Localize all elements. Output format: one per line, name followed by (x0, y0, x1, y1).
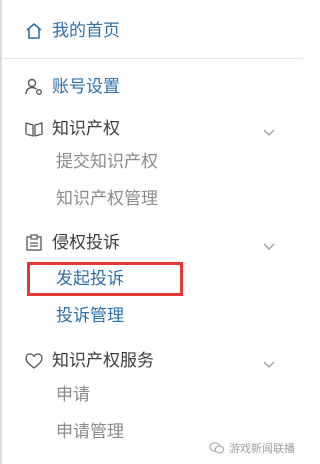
sidebar-item-apply-management[interactable]: 申请管理 (56, 417, 124, 447)
complaint-management-label: 投诉管理 (56, 306, 124, 326)
home-label: 我的首页 (52, 21, 120, 41)
apply-label: 申请 (56, 385, 90, 405)
wechat-icon (209, 441, 225, 455)
sidebar-group-ip[interactable]: 知识产权 (24, 114, 120, 144)
chevron-down-icon[interactable] (261, 125, 277, 141)
book-icon (24, 119, 44, 139)
complaint-group-label: 侵权投诉 (52, 233, 120, 253)
highlight-box (27, 262, 183, 296)
home-icon (24, 21, 44, 41)
heart-icon (24, 351, 44, 371)
ip-service-group-label: 知识产权服务 (52, 351, 154, 371)
sidebar-item-submit-ip[interactable]: 提交知识产权 (56, 147, 158, 177)
sidebar-group-ip-service[interactable]: 知识产权服务 (24, 346, 154, 376)
sidebar-item-complaint-management[interactable]: 投诉管理 (56, 301, 124, 331)
account-settings-label: 账号设置 (52, 77, 120, 97)
chevron-down-icon[interactable] (261, 239, 277, 255)
ip-group-label: 知识产权 (52, 119, 120, 139)
sidebar-item-ip-management[interactable]: 知识产权管理 (56, 184, 158, 214)
apply-management-label: 申请管理 (56, 422, 124, 442)
submit-ip-label: 提交知识产权 (56, 152, 158, 172)
chevron-down-icon[interactable] (261, 357, 277, 373)
sidebar-item-account-settings[interactable]: 账号设置 (24, 72, 120, 102)
sidebar-item-apply[interactable]: 申请 (56, 380, 90, 410)
ip-management-label: 知识产权管理 (56, 189, 158, 209)
sidebar-item-home[interactable]: 我的首页 (24, 14, 120, 48)
user-settings-icon (24, 77, 44, 97)
sidebar-group-complaint[interactable]: 侵权投诉 (24, 228, 120, 258)
watermark: 游戏新闻联播 (209, 440, 295, 456)
clipboard-icon (24, 233, 44, 253)
watermark-label: 游戏新闻联播 (229, 442, 295, 455)
sidebar-left-border (0, 0, 2, 464)
menu-divider (2, 58, 303, 59)
